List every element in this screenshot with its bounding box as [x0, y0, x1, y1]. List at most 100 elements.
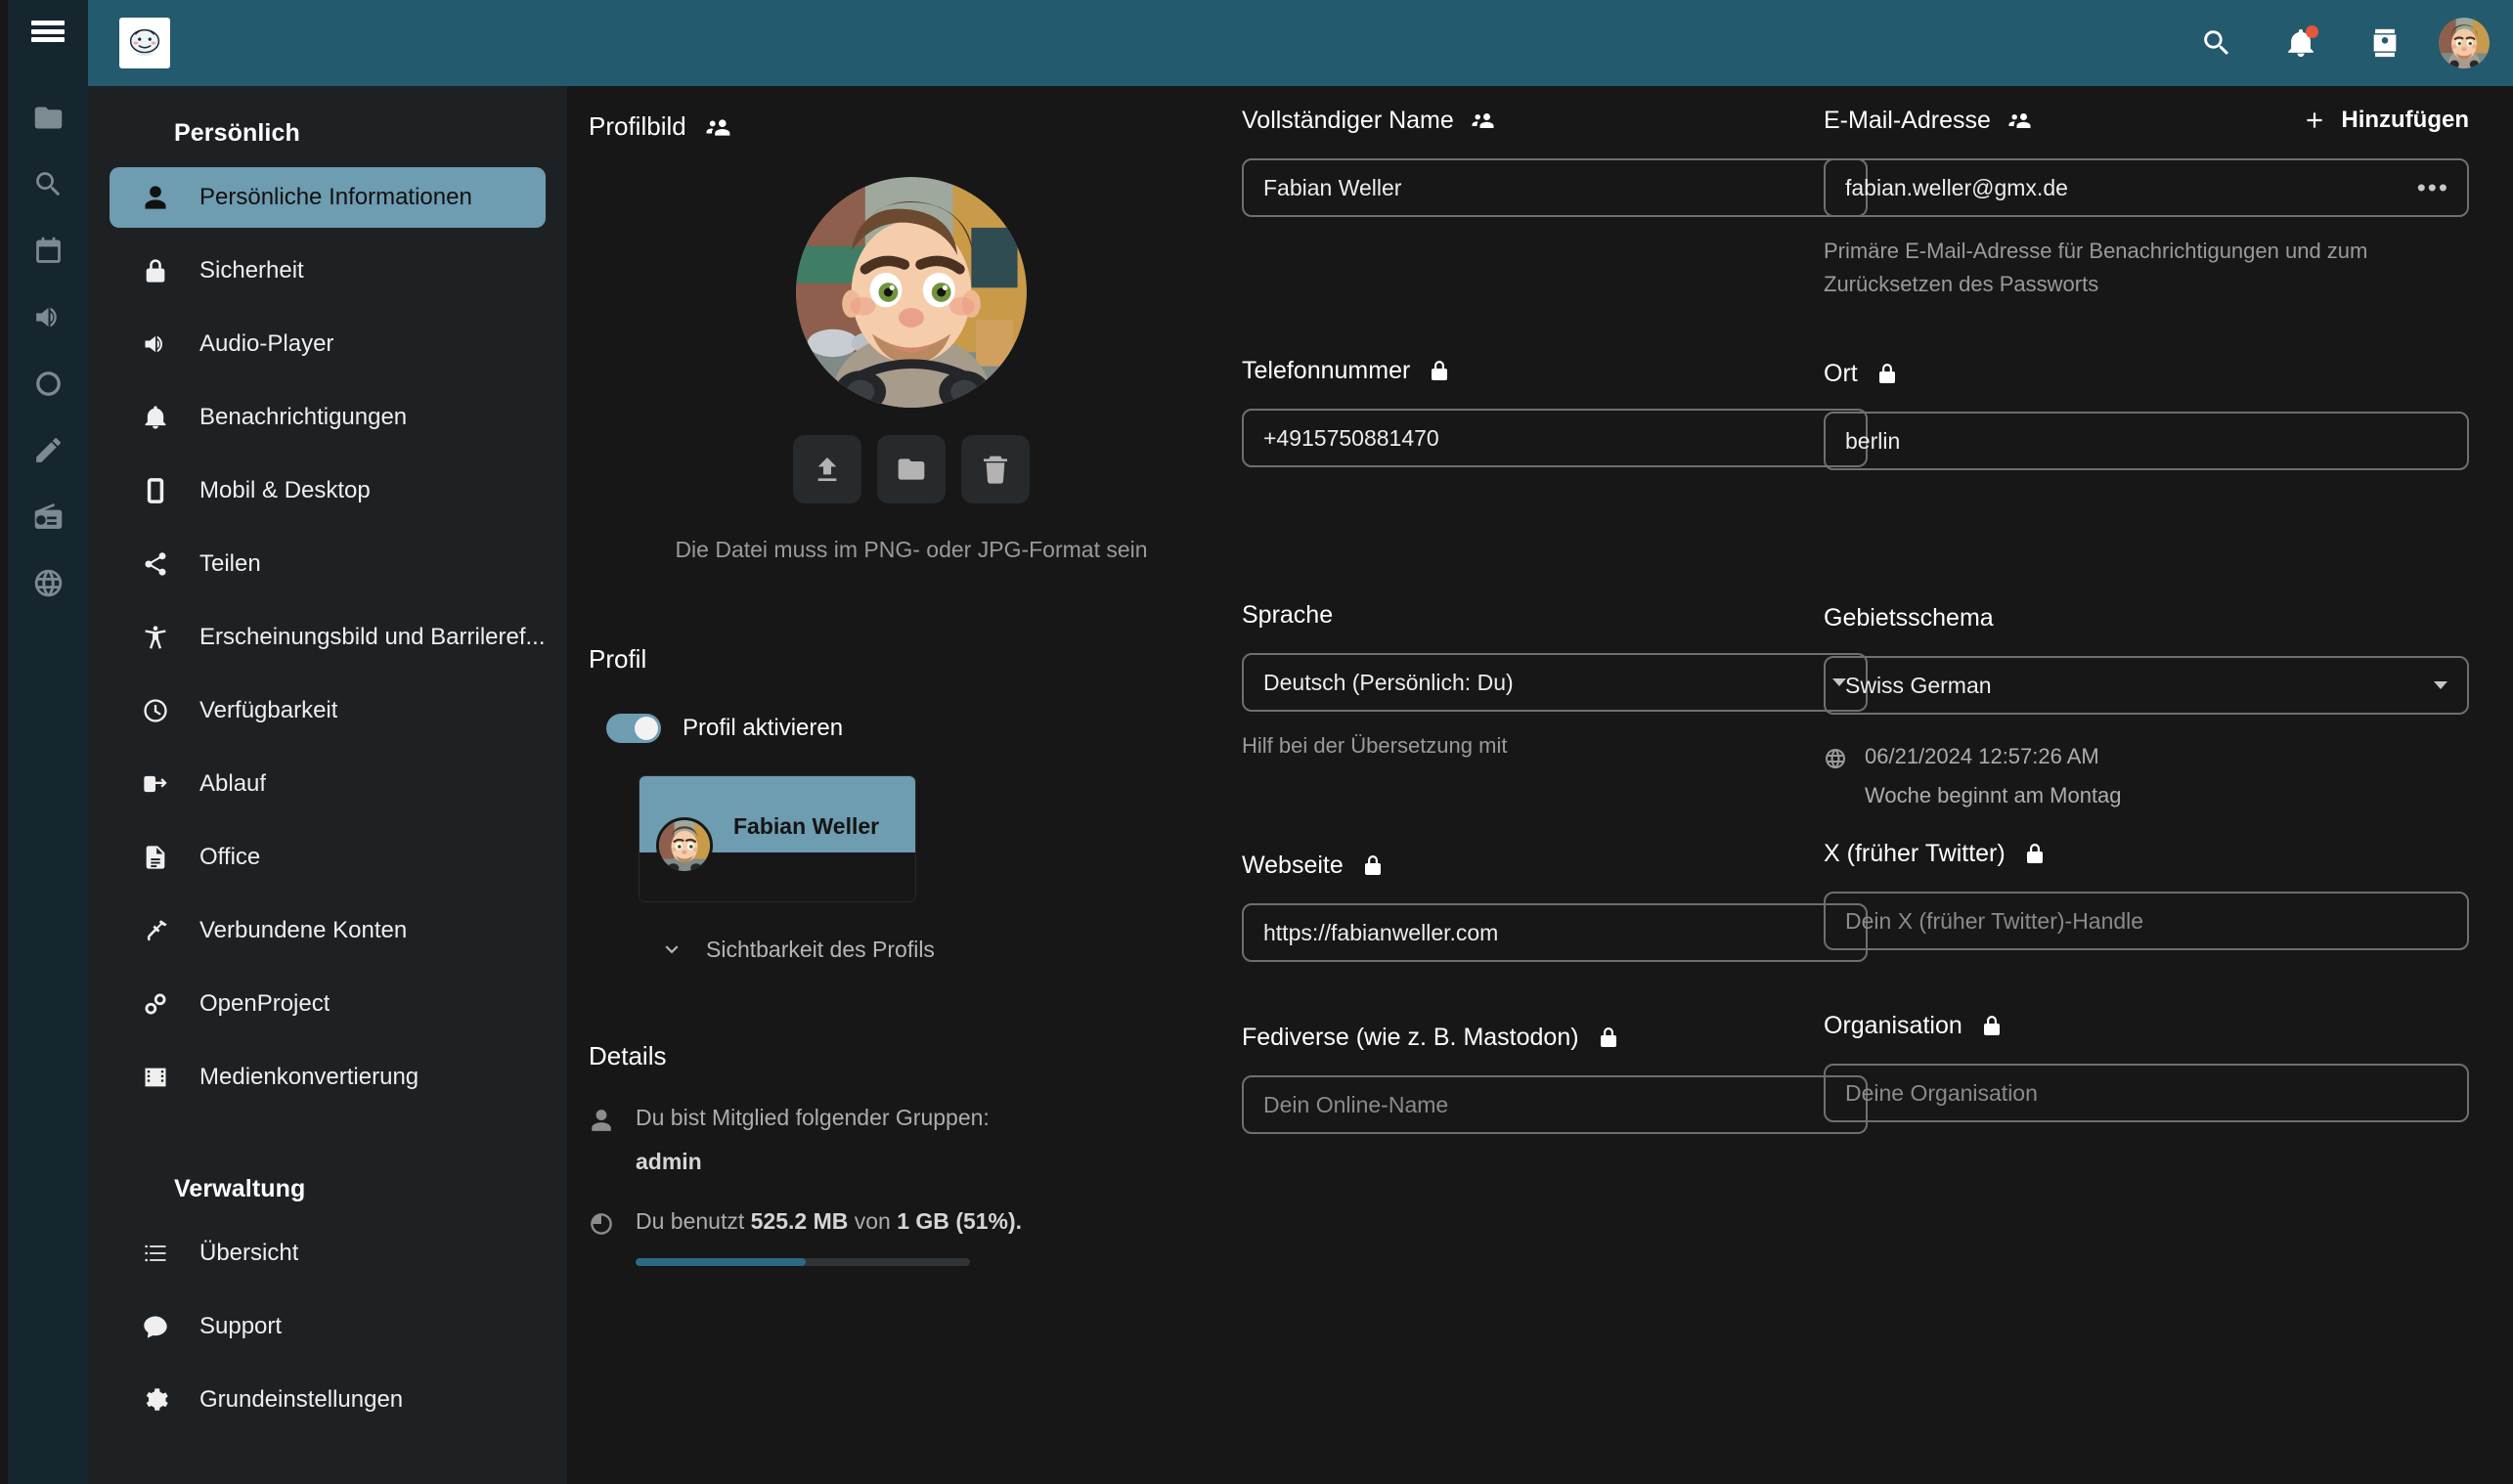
- sidebar-item-support[interactable]: Support: [110, 1296, 546, 1357]
- lock-icon[interactable]: [1597, 1026, 1620, 1049]
- language-field: Sprache Deutsch (Persönlich: Du) Hilf be…: [1242, 598, 1868, 763]
- middle-column: Vollständiger Name Fabian Weller Telefon…: [1242, 86, 1868, 1135]
- groups-label: Du bist Mitglied folgender Gruppen:: [636, 1104, 990, 1130]
- sidebar-item-verf-gbarkeit[interactable]: Verfügbarkeit: [110, 680, 546, 741]
- contacts-scope-icon[interactable]: [2008, 109, 2032, 132]
- sidebar-item-audio-player[interactable]: Audio-Player: [110, 314, 546, 374]
- burger-bar: [31, 28, 65, 34]
- nextcloud-logo-icon[interactable]: [119, 18, 170, 68]
- person-icon: [139, 181, 172, 214]
- upload-icon[interactable]: [793, 435, 861, 503]
- location-input[interactable]: berlin: [1824, 412, 2469, 471]
- radio-icon[interactable]: [8, 483, 88, 549]
- photos-circle-icon[interactable]: [8, 151, 88, 217]
- email-input[interactable]: fabian.weller@gmx.de •••: [1824, 158, 2469, 217]
- email-label: E-Mail-Adresse: [1824, 106, 1991, 134]
- film-icon: [139, 1061, 172, 1094]
- folder-icon[interactable]: [877, 435, 946, 503]
- contacts-scope-icon[interactable]: [1472, 109, 1495, 132]
- trash-icon[interactable]: [961, 435, 1030, 503]
- lock-icon[interactable]: [1428, 359, 1451, 382]
- app-rail: [8, 0, 88, 1484]
- sidebar-item-medienkonvertierung[interactable]: Medienkonvertierung: [110, 1047, 546, 1108]
- lock-icon[interactable]: [2023, 842, 2047, 865]
- settings-navigation: Persönlich Persönliche Informationen Sich…: [88, 86, 567, 1484]
- full-name-input[interactable]: Fabian Weller: [1242, 158, 1868, 217]
- sidebar-item-office[interactable]: Office: [110, 827, 546, 888]
- fediverse-input[interactable]: Dein Online-Name: [1242, 1075, 1868, 1135]
- calendar-icon[interactable]: [8, 217, 88, 284]
- three-dots-icon[interactable]: •••: [2417, 173, 2449, 203]
- fediverse-label: Fediverse (wie z. B. Mastodon): [1242, 1023, 1579, 1051]
- contacts-scope-icon[interactable]: [706, 114, 731, 140]
- settings-content: Profilbild Die Datei muss im PNG- oder J…: [567, 86, 2513, 1484]
- locale-select[interactable]: Swiss German: [1824, 656, 2469, 716]
- quota-progress-fill: [636, 1257, 807, 1266]
- phone-label: Telefonnummer: [1242, 356, 1411, 384]
- profile-picture-title: Profilbild: [589, 111, 686, 141]
- user-avatar[interactable]: [2439, 18, 2490, 68]
- sidebar-item-pers-nliche-informationen[interactable]: Persönliche Informationen: [110, 167, 546, 228]
- phone-input[interactable]: +4915750881470: [1242, 409, 1868, 467]
- twitter-label: X (früher Twitter): [1824, 839, 2006, 867]
- lock-icon[interactable]: [1875, 362, 1899, 385]
- quota-prefix: Du benutzt: [636, 1207, 745, 1234]
- lock-icon[interactable]: [1980, 1014, 2004, 1037]
- organisation-input[interactable]: Deine Organisation: [1824, 1064, 2469, 1123]
- files-folder-icon[interactable]: [8, 84, 88, 151]
- twitter-input[interactable]: Dein X (früher Twitter)-Handle: [1824, 892, 2469, 951]
- hamburger-menu-icon[interactable]: [8, 6, 88, 57]
- right-column: E-Mail-Adresse Hinzufügen fabian.weller@…: [1824, 86, 2469, 1123]
- language-select[interactable]: Deutsch (Persönlich: Du): [1242, 653, 1868, 712]
- details-section-title: Details: [589, 1040, 667, 1070]
- sidebar-item-openproject[interactable]: OpenProject: [110, 974, 546, 1034]
- profile-enable-toggle[interactable]: [606, 713, 661, 743]
- left-column: Profilbild Die Datei muss im PNG- oder J…: [589, 86, 1234, 1266]
- notifications-bell-icon[interactable]: [2271, 13, 2331, 73]
- website-input[interactable]: https://fabianweller.com: [1242, 903, 1868, 963]
- pencil-icon[interactable]: [8, 416, 88, 483]
- sidebar-item-label: Audio-Player: [199, 330, 334, 357]
- list-icon: [139, 1237, 172, 1270]
- quota-progress-bar: [636, 1257, 970, 1266]
- contacts-icon[interactable]: [2355, 13, 2415, 73]
- website-head: Webseite: [1242, 849, 1868, 882]
- app-window: Persönlich Persönliche Informationen Sich…: [0, 0, 2513, 1484]
- location-field: Ort berlin: [1824, 357, 2469, 471]
- sidebar-item-benachrichtigungen[interactable]: Benachrichtigungen: [110, 387, 546, 448]
- profile-visibility-toggle[interactable]: Sichtbarkeit des Profils: [659, 937, 1234, 963]
- sidebar-item-verbundene-konten[interactable]: Verbundene Konten: [110, 900, 546, 961]
- profile-preview-card[interactable]: Fabian Weller: [639, 775, 915, 901]
- sidebar-item-teilen[interactable]: Teilen: [110, 534, 546, 594]
- globe-icon: [1824, 747, 1847, 770]
- twitter-head: X (früher Twitter): [1824, 837, 2469, 870]
- sidebar-item-ablauf[interactable]: Ablauf: [110, 754, 546, 814]
- circle-icon[interactable]: [8, 350, 88, 416]
- sidebar-item-erscheinungsbild-und-barrileref[interactable]: Erscheinungsbild und Barrileref...: [110, 607, 546, 668]
- sidebar-item-grundeinstellungen[interactable]: Grundeinstellungen: [110, 1370, 546, 1430]
- locale-week-start: Woche beginnt am Montag: [1865, 783, 2122, 808]
- gear-icon: [139, 1383, 172, 1417]
- organisation-field: Organisation Deine Organisation: [1824, 1009, 2469, 1123]
- chat-bubble-icon: [139, 1310, 172, 1343]
- sidebar-item-mobil-desktop[interactable]: Mobil & Desktop: [110, 460, 546, 521]
- quota-detail-row: Du benutzt 525.2 MB von 1 GB (51%).: [589, 1208, 1234, 1237]
- sidebar-item-sicherheit[interactable]: Sicherheit: [110, 240, 546, 301]
- search-icon[interactable]: [2186, 13, 2247, 73]
- chevron-down-icon: [2434, 681, 2447, 690]
- lock-icon[interactable]: [1361, 853, 1385, 877]
- document-icon: [139, 841, 172, 874]
- profile-card-avatar: [656, 816, 713, 874]
- speaker-icon[interactable]: [8, 284, 88, 350]
- locale-head: Gebietsschema: [1824, 601, 2469, 634]
- sidebar-item-label: Verfügbarkeit: [199, 697, 338, 723]
- language-help[interactable]: Hilf bei der Übersetzung mit: [1242, 729, 1868, 763]
- sidebar-item-label: Erscheinungsbild und Barrileref...: [199, 624, 546, 650]
- lock-icon: [139, 254, 172, 287]
- globe-icon[interactable]: [8, 549, 88, 616]
- sidebar-item-bersicht[interactable]: Übersicht: [110, 1223, 546, 1284]
- add-email-button[interactable]: Hinzufügen: [2302, 107, 2469, 134]
- profile-section-title: Profil: [589, 643, 647, 674]
- nav-caption-personal: Persönlich: [174, 119, 300, 147]
- email-help: Primäre E-Mail-Adresse für Benachrichtig…: [1824, 239, 2368, 297]
